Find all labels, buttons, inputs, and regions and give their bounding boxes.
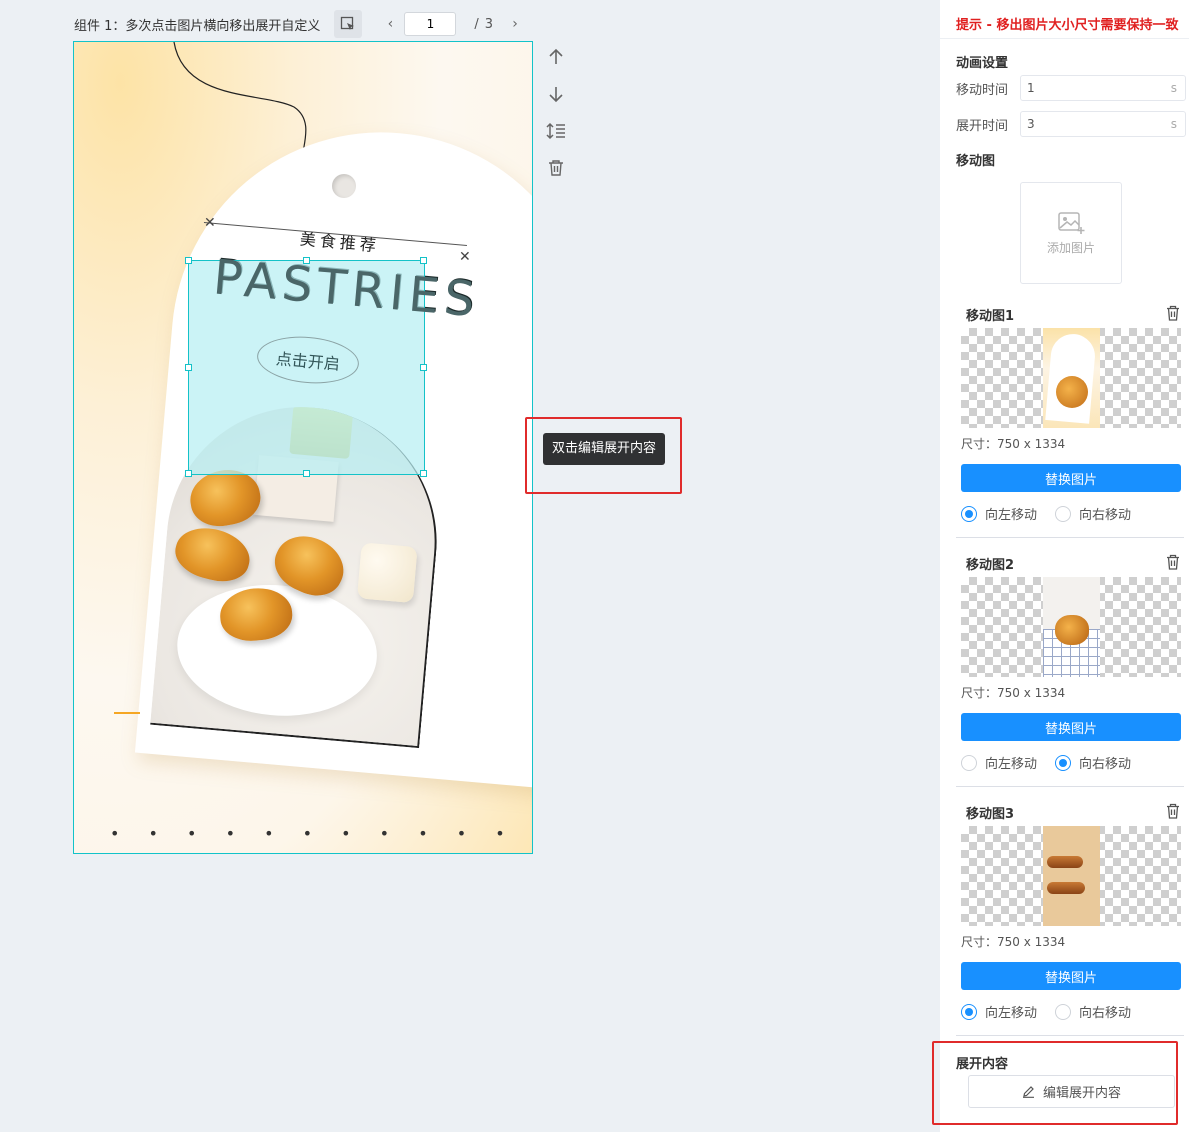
- component-title: 组件 1：多次点击图片横向移出展开自定义: [74, 18, 321, 34]
- move-image-2-size: 尺寸：750 x 1334: [961, 686, 1066, 700]
- open-button[interactable]: 点击开启: [255, 332, 361, 388]
- page-total: 3: [484, 16, 494, 32]
- line-height-icon[interactable]: [545, 120, 567, 142]
- radio-dot-checked: [961, 505, 977, 522]
- move-right-label: 向右移动: [1079, 508, 1132, 523]
- expand-time-input[interactable]: 3 s: [1020, 111, 1186, 137]
- move-image-1-direction: 向左移动 向右移动: [961, 504, 1149, 523]
- block-divider: [956, 786, 1184, 787]
- edit-expand-content-label: 编辑展开内容: [1042, 1085, 1121, 1100]
- move-image-3-title: 移动图3: [966, 807, 1015, 822]
- x-mark-left: ✕: [204, 215, 216, 231]
- move-image-1-title: 移动图1: [966, 309, 1015, 324]
- resize-handle-s[interactable]: [303, 470, 310, 477]
- size-warning-tip: 提示 - 移出图片大小尺寸需要保持一致: [956, 18, 1179, 33]
- move-time-unit: s: [1170, 81, 1177, 95]
- move-left-radio[interactable]: 向左移动: [961, 504, 1037, 523]
- move-image-2-thumbnail: [1043, 577, 1100, 677]
- pencil-icon: [1022, 1086, 1034, 1098]
- move-image-1-thumbnail: [1043, 328, 1100, 428]
- selected-hotspot[interactable]: PASTRIES 点击开启: [185, 249, 482, 477]
- move-image-2-title: 移动图2: [966, 558, 1015, 573]
- add-image-label: 添加图片: [1046, 240, 1095, 255]
- move-time-row: 移动时间 1 s: [956, 75, 1186, 101]
- move-time-label: 移动时间: [956, 82, 1009, 98]
- trash-icon[interactable]: [1166, 803, 1180, 819]
- candle: [356, 542, 418, 604]
- properties-panel: 提示 - 移出图片大小尺寸需要保持一致 动画设置 移动时间 1 s 展开时间 3…: [940, 0, 1189, 1132]
- move-right-radio[interactable]: 向右移动: [1055, 1002, 1131, 1021]
- radio-dot: [1055, 505, 1072, 522]
- page-separator: /: [474, 16, 479, 32]
- move-time-value: 1: [1027, 81, 1035, 95]
- expand-time-row: 展开时间 3 s: [956, 111, 1186, 137]
- radio-dot-checked: [1055, 754, 1072, 771]
- design-canvas[interactable]: ✕ ✕ 美食推荐 PASTRIES • • • • • • • • • • • …: [73, 41, 533, 854]
- replace-image-2-button[interactable]: 替换图片: [961, 713, 1181, 741]
- expand-time-label: 展开时间: [956, 118, 1009, 134]
- move-left-label: 向左移动: [985, 757, 1038, 772]
- tag-hole: [332, 174, 356, 198]
- component-toolbar: 组件 1：多次点击图片横向移出展开自定义 ‹ / 3 ›: [74, 10, 525, 38]
- cursor-select-icon: [341, 16, 355, 30]
- trash-icon[interactable]: [545, 157, 567, 179]
- move-left-label: 向左移动: [985, 1006, 1038, 1021]
- resize-handle-se[interactable]: [420, 470, 427, 477]
- resize-handle-ne[interactable]: [420, 257, 427, 264]
- block-divider: [956, 537, 1184, 538]
- radio-dot: [961, 754, 977, 771]
- image-add-icon: [1058, 211, 1085, 234]
- layer-tools: [545, 46, 567, 194]
- move-image-3-size: 尺寸：750 x 1334: [961, 935, 1066, 949]
- chevron-right-icon[interactable]: ›: [505, 16, 525, 32]
- resize-handle-n[interactable]: [303, 257, 310, 264]
- add-image-uploader[interactable]: 添加图片: [1020, 182, 1122, 284]
- resize-handle-sw[interactable]: [185, 470, 192, 477]
- move-image-3-preview: [961, 826, 1181, 926]
- move-right-label: 向右移动: [1079, 1006, 1132, 1021]
- arrow-up-icon[interactable]: [545, 46, 567, 68]
- move-image-3-direction: 向左移动 向右移动: [961, 1002, 1149, 1021]
- page-number-input[interactable]: [404, 12, 457, 36]
- replace-image-1-button[interactable]: 替换图片: [961, 464, 1181, 492]
- move-right-radio[interactable]: 向右移动: [1055, 753, 1131, 772]
- trash-icon[interactable]: [1166, 305, 1180, 321]
- trash-icon[interactable]: [1166, 554, 1180, 570]
- move-time-input[interactable]: 1 s: [1020, 75, 1186, 101]
- block-divider: [956, 1035, 1184, 1036]
- edit-expand-content-button[interactable]: 编辑展开内容: [968, 1075, 1175, 1108]
- accent-mark: [114, 712, 140, 714]
- select-tool-button[interactable]: [334, 10, 363, 38]
- dot-row: • • • • • • • • • • • • • • • • • • •: [110, 824, 532, 843]
- move-image-1-preview: [961, 328, 1181, 428]
- radio-dot: [1055, 1003, 1072, 1020]
- move-left-label: 向左移动: [985, 508, 1038, 523]
- expand-time-value: 3: [1027, 117, 1035, 131]
- panel-divider: [940, 38, 1189, 39]
- resize-handle-w[interactable]: [185, 364, 192, 371]
- edit-expand-tooltip: 双击编辑展开内容: [543, 433, 666, 465]
- move-left-radio[interactable]: 向左移动: [961, 753, 1037, 772]
- move-image-1-size: 尺寸：750 x 1334: [961, 437, 1066, 451]
- move-image-2-preview: [961, 577, 1181, 677]
- replace-image-3-button[interactable]: 替换图片: [961, 962, 1181, 990]
- move-image-2-direction: 向左移动 向右移动: [961, 753, 1149, 772]
- chevron-left-icon[interactable]: ‹: [380, 16, 400, 32]
- arrow-down-icon[interactable]: [545, 83, 567, 105]
- radio-dot-checked: [961, 1003, 977, 1020]
- move-image-title: 移动图: [956, 154, 996, 169]
- expand-time-unit: s: [1170, 117, 1177, 131]
- animation-settings-title: 动画设置: [956, 56, 1009, 71]
- page-navigator: ‹ / 3 ›: [380, 12, 525, 36]
- move-left-radio[interactable]: 向左移动: [961, 1002, 1037, 1021]
- move-right-radio[interactable]: 向右移动: [1055, 504, 1131, 523]
- move-image-3-thumbnail: [1043, 826, 1100, 926]
- croissant: [170, 520, 256, 589]
- move-right-label: 向右移动: [1079, 757, 1132, 772]
- resize-handle-nw[interactable]: [185, 257, 192, 264]
- x-mark-right: ✕: [459, 249, 471, 265]
- resize-handle-e[interactable]: [420, 364, 427, 371]
